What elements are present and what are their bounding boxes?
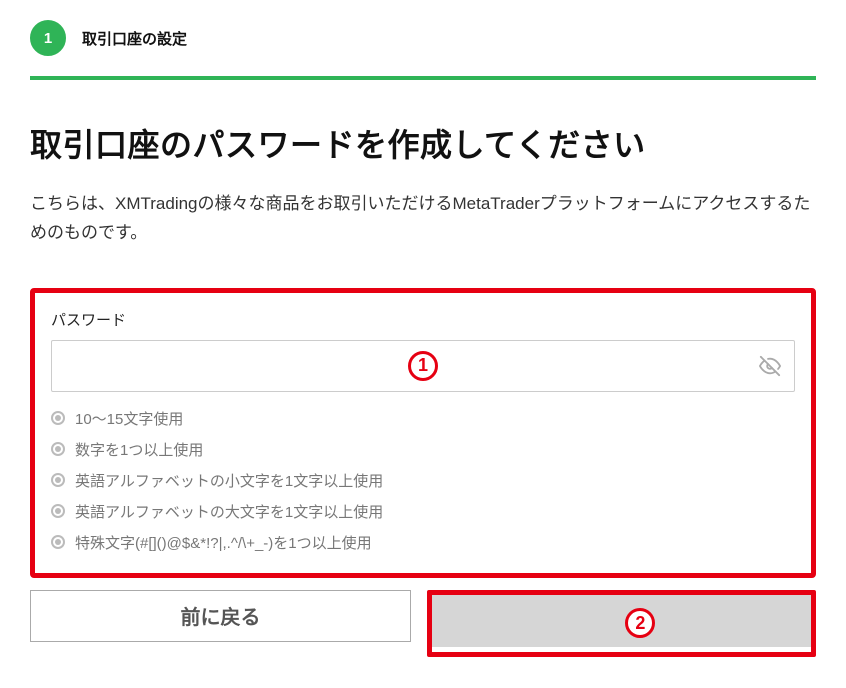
password-rule-item: 10～15文字使用	[51, 408, 795, 429]
button-row: 前に戻る 2	[30, 590, 816, 657]
back-button[interactable]: 前に戻る	[30, 590, 411, 642]
rule-bullet-icon	[51, 411, 65, 425]
eye-off-icon	[759, 355, 781, 377]
page-subtitle: こちらは、XMTradingの様々な商品をお取引いただけるMetaTraderプ…	[30, 190, 816, 248]
section-divider	[30, 76, 816, 80]
page-title: 取引口座のパスワードを作成してください	[30, 120, 816, 166]
toggle-password-visibility-button[interactable]	[759, 355, 781, 377]
password-rules-list: 10～15文字使用 数字を1つ以上使用 英語アルファベットの小文字を1文字以上使…	[51, 408, 795, 553]
password-input[interactable]	[51, 340, 795, 392]
password-input-wrap: 1	[51, 340, 795, 392]
step-header: 1 取引口座の設定	[30, 20, 816, 56]
rule-bullet-icon	[51, 535, 65, 549]
step-number-badge: 1	[30, 20, 66, 56]
password-rule-item: 英語アルファベットの大文字を1文字以上使用	[51, 501, 795, 522]
submit-button-highlight: 2	[427, 590, 816, 657]
rule-text: 英語アルファベットの小文字を1文字以上使用	[75, 470, 383, 491]
step-title: 取引口座の設定	[82, 28, 187, 49]
password-label: パスワード	[51, 309, 795, 330]
rule-bullet-icon	[51, 504, 65, 518]
rule-bullet-icon	[51, 473, 65, 487]
password-rule-item: 英語アルファベットの小文字を1文字以上使用	[51, 470, 795, 491]
rule-text: 10～15文字使用	[75, 408, 183, 429]
rule-bullet-icon	[51, 442, 65, 456]
rule-text: 英語アルファベットの大文字を1文字以上使用	[75, 501, 383, 522]
password-rule-item: 特殊文字(#[]()@$&*!?|,.^/\+_-)を1つ以上使用	[51, 532, 795, 553]
rule-text: 特殊文字(#[]()@$&*!?|,.^/\+_-)を1つ以上使用	[75, 532, 372, 553]
submit-button[interactable]	[432, 595, 811, 647]
password-rule-item: 数字を1つ以上使用	[51, 439, 795, 460]
password-section: パスワード 1 10～15文字使用 数字を1つ以上使用 英語アルファベットの小文…	[30, 288, 816, 578]
rule-text: 数字を1つ以上使用	[75, 439, 203, 460]
